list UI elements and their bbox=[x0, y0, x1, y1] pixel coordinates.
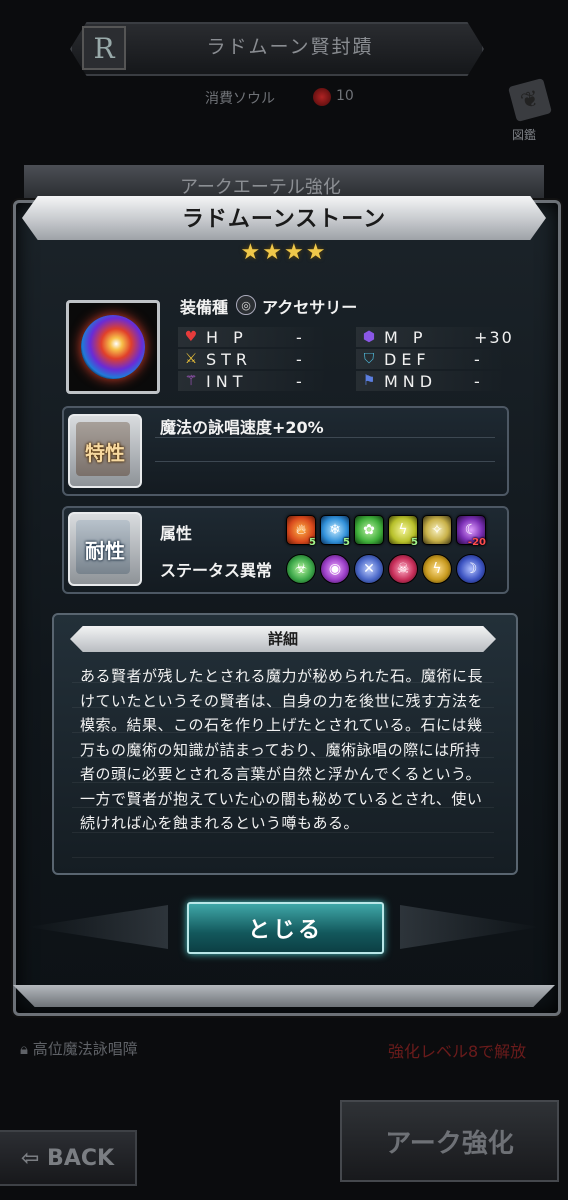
attribute-label: 属性 bbox=[160, 524, 193, 543]
stat-mnd: ⚑ MND - bbox=[360, 370, 482, 392]
item-name: ラドムーンストーン bbox=[181, 207, 387, 232]
moonstone-icon bbox=[81, 315, 145, 379]
mp-icon: ⬢ bbox=[362, 329, 376, 345]
silence-icon: ✕ bbox=[354, 554, 384, 584]
detail-description: ある賢者が残したとされる魔力が秘められた石。魔術に長けていたというその賢者は、自… bbox=[80, 667, 484, 832]
stat-name: INT bbox=[206, 371, 248, 391]
stat-mp: ⬢ M P +30 bbox=[360, 326, 514, 348]
resistance-badge-label: 耐性 bbox=[85, 538, 125, 563]
stat-int: ⚚ INT - bbox=[182, 370, 304, 392]
ice-icon: ❄ 5 bbox=[320, 515, 350, 548]
heart-icon: ♥ bbox=[184, 329, 198, 345]
close-button[interactable]: とじる bbox=[187, 902, 384, 954]
ark-enhance-button[interactable]: アーク強化 bbox=[340, 1100, 559, 1182]
divider bbox=[155, 437, 495, 438]
stat-name: MND bbox=[384, 371, 438, 391]
locked-skill-row: 🔒︎ 高位魔法詠唱障 bbox=[20, 1038, 138, 1059]
locked-skill-name: 高位魔法詠唱障 bbox=[32, 1040, 138, 1058]
stat-hp: ♥ H P - bbox=[182, 326, 304, 348]
trait-badge: 特性 bbox=[68, 414, 142, 488]
trait-badge-label: 特性 bbox=[85, 440, 125, 465]
book-icon[interactable]: ❦ bbox=[507, 77, 553, 123]
dark-icon: ☾ -20 bbox=[456, 515, 486, 548]
sleep-icon: ☽ bbox=[456, 554, 486, 584]
stat-name: STR bbox=[206, 349, 253, 369]
stat-str: ⚔ STR - bbox=[182, 348, 304, 370]
item-icon-frame bbox=[66, 300, 160, 394]
divider bbox=[155, 461, 495, 462]
stat-value: +30 bbox=[474, 327, 514, 347]
soul-cost-value: 10 bbox=[336, 88, 354, 104]
soul-cost-label: 消費ソウル bbox=[205, 91, 275, 107]
blind-icon: ◉ bbox=[320, 554, 350, 584]
paralyze-icon: ϟ bbox=[422, 554, 452, 584]
staff-icon: ⚚ bbox=[184, 373, 198, 389]
background-title: ラドムーン賢封蹟 bbox=[206, 36, 374, 58]
equip-type-value: アクセサリー bbox=[262, 298, 358, 317]
equip-type-label: 装備種 bbox=[180, 298, 229, 317]
stat-value: - bbox=[296, 349, 304, 369]
shield-icon: ⛉ bbox=[363, 351, 375, 367]
fire-resist-value: 5 bbox=[309, 537, 316, 548]
back-arrow-icon: ⇦ bbox=[20, 1145, 48, 1171]
book-label: 図鑑 bbox=[512, 128, 537, 142]
back-label: BACK bbox=[47, 1145, 115, 1171]
trait-text: 魔法の詠唱速度+20% bbox=[160, 418, 324, 437]
close-button-label: とじる bbox=[247, 918, 323, 943]
wind-icon: ✿ bbox=[354, 515, 384, 545]
unlock-note: 強化レベル8で解放 bbox=[388, 1042, 527, 1061]
thunder-icon: ϟ5 bbox=[388, 515, 418, 548]
poison-icon: ☣ bbox=[286, 554, 316, 584]
sword-icon: ⚔ bbox=[184, 351, 198, 367]
dark-resist-value: -20 bbox=[467, 537, 486, 548]
resistance-badge: 耐性 bbox=[68, 512, 142, 586]
stat-name: M P bbox=[384, 327, 428, 347]
rank-badge: R bbox=[82, 26, 126, 70]
stat-value: - bbox=[296, 327, 304, 347]
ice-resist-value: 5 bbox=[343, 537, 350, 548]
detail-title: 詳細 bbox=[267, 630, 298, 648]
soul-icon bbox=[313, 88, 331, 106]
accessory-icon: ◎ bbox=[236, 295, 256, 315]
stat-name: DEF bbox=[384, 349, 431, 369]
stat-value: - bbox=[296, 371, 304, 391]
light-icon: ✧ bbox=[422, 515, 452, 545]
thunder-resist-value: 5 bbox=[411, 537, 418, 548]
dialog-bottom-trim bbox=[13, 985, 555, 1007]
rarity-stars: ★★★★ bbox=[240, 240, 328, 265]
stat-value: - bbox=[474, 371, 482, 391]
stat-name: H P bbox=[206, 327, 248, 347]
lock-icon: 🔒︎ bbox=[20, 1040, 33, 1058]
stat-value: - bbox=[474, 349, 482, 369]
status-ailment-label: ステータス異常 bbox=[160, 561, 273, 580]
fire-icon: 🔥︎ 5 bbox=[286, 515, 316, 548]
ark-enhance-label: アーク強化 bbox=[385, 1128, 514, 1159]
charm-icon: ☠ bbox=[388, 554, 418, 584]
back-button[interactable]: ⇦ BACK bbox=[0, 1130, 137, 1186]
background-strip-text: アークエーテル強化 bbox=[180, 177, 341, 198]
mind-icon: ⚑ bbox=[362, 373, 376, 389]
stat-def: ⛉ DEF - bbox=[360, 348, 482, 370]
